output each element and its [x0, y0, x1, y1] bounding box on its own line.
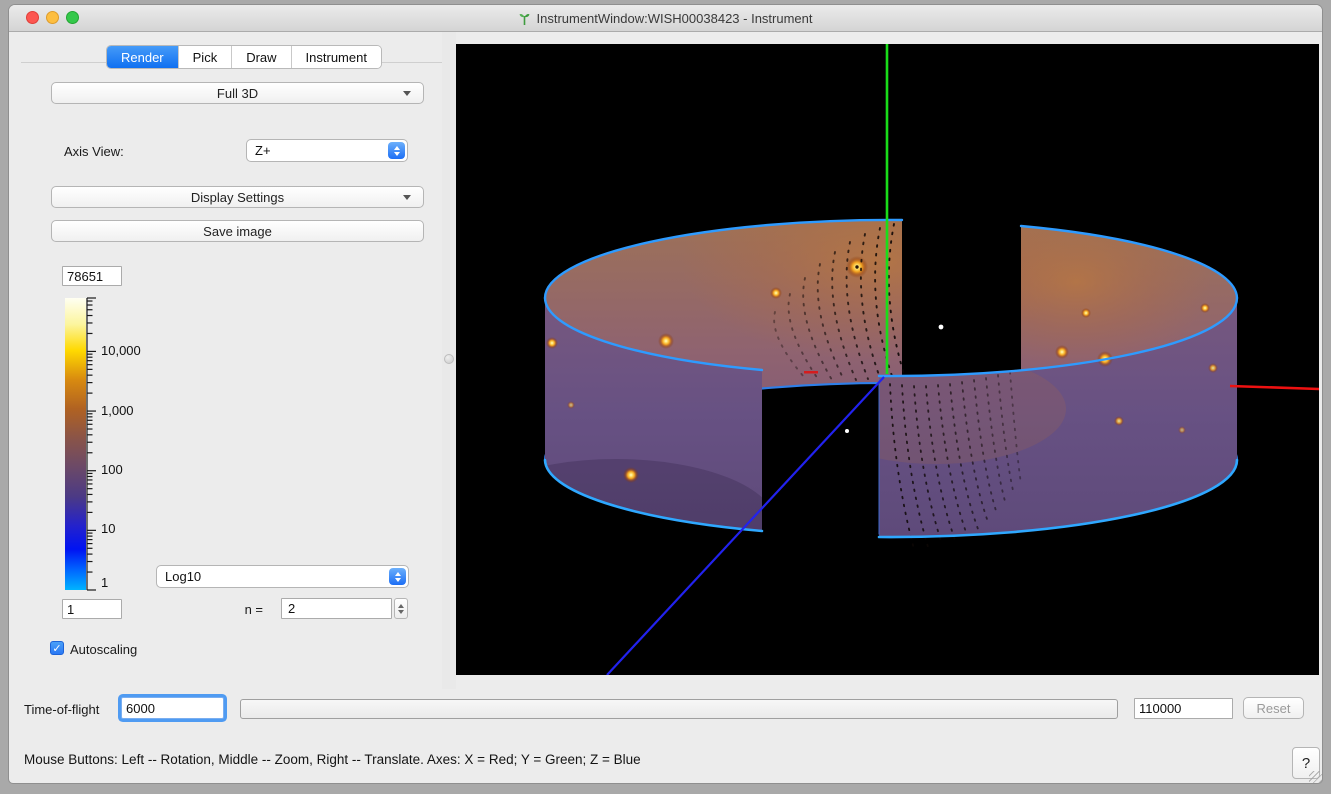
axis-view-value: Z+	[255, 143, 271, 158]
splitter-handle-icon[interactable]	[444, 354, 454, 364]
tof-max-input[interactable]	[1134, 698, 1233, 719]
status-bar-text: Mouse Buttons: Left -- Rotation, Middle …	[24, 752, 641, 767]
combo-stepper-icon[interactable]	[388, 142, 405, 159]
tab-bar: Render Pick Draw Instrument	[106, 45, 382, 69]
power-input[interactable]	[281, 598, 392, 619]
tab-render[interactable]: Render	[107, 46, 179, 68]
save-image-label: Save image	[203, 224, 272, 239]
autoscaling-checkbox[interactable]: ✓	[50, 641, 64, 655]
reset-button[interactable]: Reset	[1243, 697, 1304, 719]
tof-min-input[interactable]	[121, 697, 224, 719]
colorbar-min-input[interactable]	[62, 599, 122, 619]
scale-type-value: Log10	[165, 569, 201, 584]
display-settings-button[interactable]: Display Settings	[51, 186, 424, 208]
tof-slider[interactable]	[240, 699, 1118, 719]
tab-pick[interactable]: Pick	[179, 46, 233, 68]
combo-stepper-icon[interactable]	[389, 568, 406, 585]
power-label: n =	[239, 602, 263, 617]
title-bar[interactable]: InstrumentWindow:WISH00038423 - Instrume…	[9, 5, 1322, 32]
title-wrap: InstrumentWindow:WISH00038423 - Instrume…	[9, 5, 1322, 31]
resize-grip-icon[interactable]	[1309, 771, 1323, 784]
tab-instrument[interactable]: Instrument	[292, 46, 381, 68]
reset-button-label: Reset	[1257, 701, 1291, 716]
colorbar-tick-label: 1,000	[101, 403, 134, 418]
projection-dropdown[interactable]: Full 3D	[51, 82, 424, 104]
mantid-app-icon	[518, 11, 531, 26]
help-button-label: ?	[1302, 755, 1310, 772]
beam-marker	[804, 371, 818, 374]
chevron-down-icon	[403, 195, 411, 200]
scale-type-select[interactable]: Log10	[156, 565, 409, 588]
colorbar-tick-label: 100	[101, 462, 123, 477]
power-stepper[interactable]	[394, 598, 408, 619]
colorbar-ticks	[65, 295, 105, 595]
screen: InstrumentWindow:WISH00038423 - Instrume…	[0, 0, 1331, 794]
tab-draw[interactable]: Draw	[232, 46, 291, 68]
projection-dropdown-label: Full 3D	[217, 86, 258, 101]
chevron-down-icon	[403, 91, 411, 96]
axis-view-label: Axis View:	[64, 144, 124, 159]
colorbar-tick-label: 10,000	[101, 343, 141, 358]
tof-label: Time-of-flight	[24, 702, 99, 717]
instrument-3d-scene	[456, 44, 1319, 675]
display-settings-label: Display Settings	[191, 190, 284, 205]
colorbar-tick-label: 1	[101, 575, 108, 590]
save-image-button[interactable]: Save image	[51, 220, 424, 242]
axis-view-select[interactable]: Z+	[246, 139, 408, 162]
instrument-3d-view[interactable]	[456, 44, 1319, 675]
colorbar-max-input[interactable]	[62, 266, 122, 286]
colorbar-tick-label: 10	[101, 521, 115, 536]
autoscaling-label: Autoscaling	[70, 642, 137, 657]
instrument-window: InstrumentWindow:WISH00038423 - Instrume…	[8, 4, 1323, 784]
axis-x-line	[1230, 386, 1319, 389]
panel-splitter[interactable]	[442, 32, 456, 689]
window-title: InstrumentWindow:WISH00038423 - Instrume…	[536, 11, 812, 26]
